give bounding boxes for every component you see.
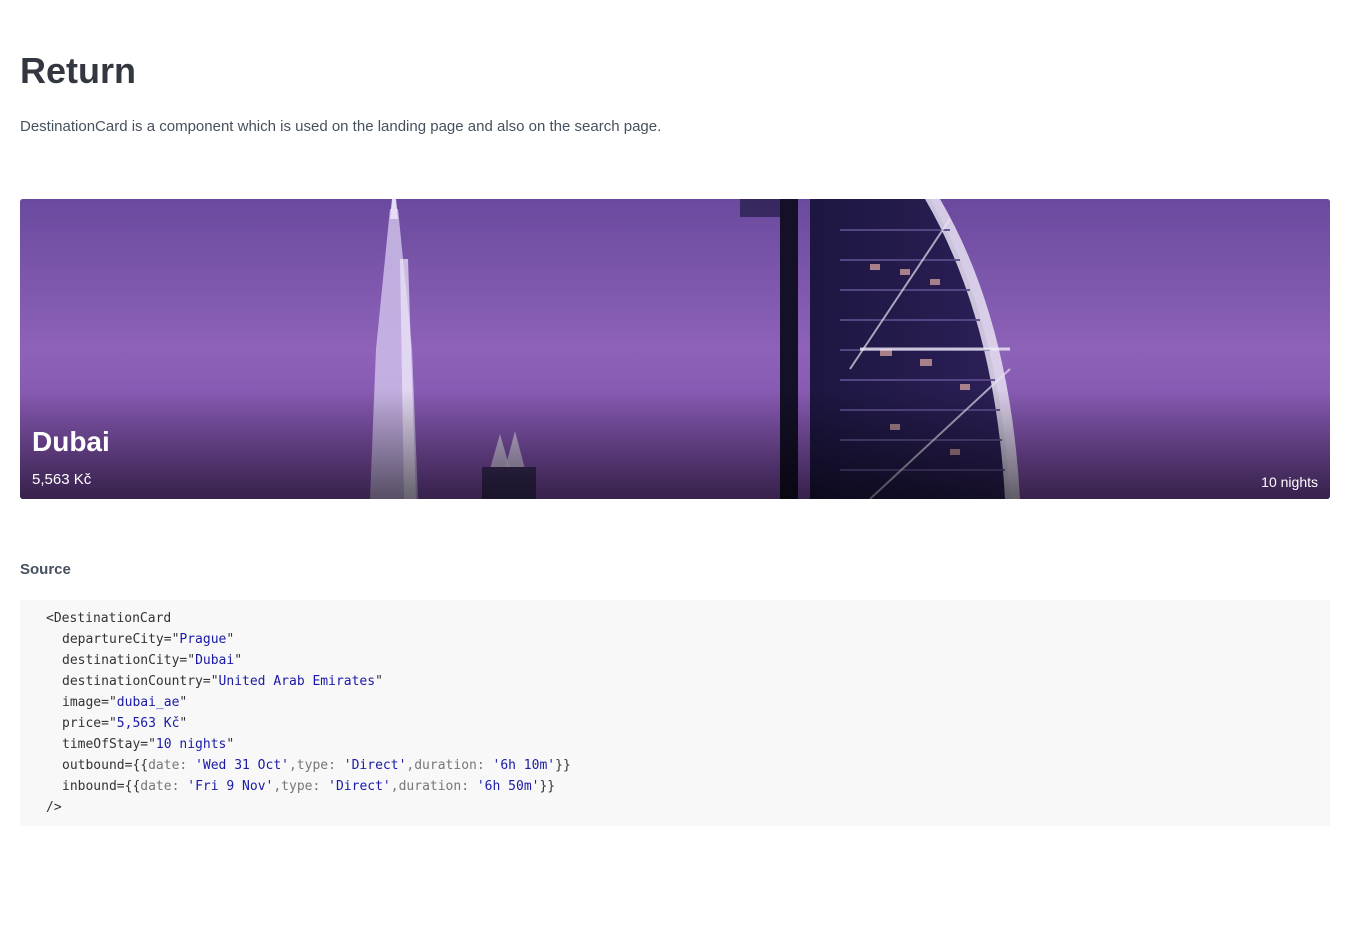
outbound-type: 'Direct' [343, 758, 407, 773]
code-line-prop: price="5,563 Kč" [46, 713, 1304, 734]
code-line-inbound: inbound={{date: 'Fri 9 Nov',type: 'Direc… [46, 776, 1304, 797]
code-line-close: /> [46, 800, 62, 815]
prop-value: 10 nights [155, 737, 227, 752]
inbound-date: 'Fri 9 Nov' [187, 779, 274, 794]
prop-value: dubai_ae [116, 695, 180, 710]
quote: " [148, 737, 156, 752]
source-heading: Source [20, 561, 71, 578]
page: Return DestinationCard is a component wh… [0, 0, 1350, 826]
quote: " [226, 632, 235, 647]
inbound-date-key: date: [140, 779, 188, 794]
quote: " [234, 653, 243, 668]
inbound-duration: '6h 50m' [476, 779, 540, 794]
code-line-open: <DestinationCard [46, 611, 172, 626]
prop-name: timeOfStay= [62, 737, 149, 752]
outbound-date: 'Wed 31 Oct' [195, 758, 289, 773]
prop-name: price= [62, 716, 109, 731]
outbound-suffix: }} [555, 758, 571, 773]
outbound-date-key: date: [148, 758, 196, 773]
inbound-suffix: }} [539, 779, 556, 794]
prop-value: Dubai [195, 653, 235, 668]
prop-value: 5,563 Kč [116, 716, 180, 731]
quote: " [210, 674, 219, 689]
code-line-prop: image="dubai_ae" [46, 692, 1304, 713]
prop-value: Prague [179, 632, 227, 647]
quote: " [179, 716, 188, 731]
quote: " [179, 695, 188, 710]
quote: " [226, 737, 235, 752]
card-nights: 10 nights [1261, 474, 1318, 490]
inbound-type-key: ,type: [273, 779, 329, 794]
card-price: 5,563 Kč [32, 471, 92, 488]
prop-name: destinationCountry= [62, 674, 211, 689]
outbound-prefix: outbound={{ [62, 758, 149, 773]
prop-name: image= [62, 695, 109, 710]
outbound-type-key: ,type: [288, 758, 344, 773]
quote: " [108, 716, 117, 731]
outbound-duration-key: ,duration: [406, 758, 493, 773]
destination-card[interactable]: Dubai 5,563 Kč 10 nights [20, 199, 1330, 499]
inbound-prefix: inbound={{ [62, 779, 141, 794]
inbound-type: 'Direct' [328, 779, 391, 794]
page-title: Return [20, 50, 136, 91]
code-line-prop: destinationCountry="United Arab Emirates… [46, 671, 1304, 692]
page-description: DestinationCard is a component which is … [20, 118, 662, 135]
quote: " [108, 695, 117, 710]
quote: " [375, 674, 383, 689]
source-code-block: <DestinationCard departureCity="Prague" de… [20, 600, 1330, 826]
prop-name: departureCity= [62, 632, 172, 647]
prop-name: destinationCity= [62, 653, 188, 668]
inbound-duration-key: ,duration: [390, 779, 477, 794]
quote: " [187, 653, 196, 668]
card-gradient-overlay [20, 389, 1330, 499]
card-city: Dubai [32, 426, 110, 457]
outbound-duration: '6h 10m' [492, 758, 556, 773]
prop-value: United Arab Emirates [218, 674, 376, 689]
code-line-prop: timeOfStay="10 nights" [46, 734, 1304, 755]
code-line-prop: destinationCity="Dubai" [46, 650, 1304, 671]
code-line-outbound: outbound={{date: 'Wed 31 Oct',type: 'Dir… [46, 755, 1304, 776]
code-line-prop: departureCity="Prague" [46, 629, 1304, 650]
